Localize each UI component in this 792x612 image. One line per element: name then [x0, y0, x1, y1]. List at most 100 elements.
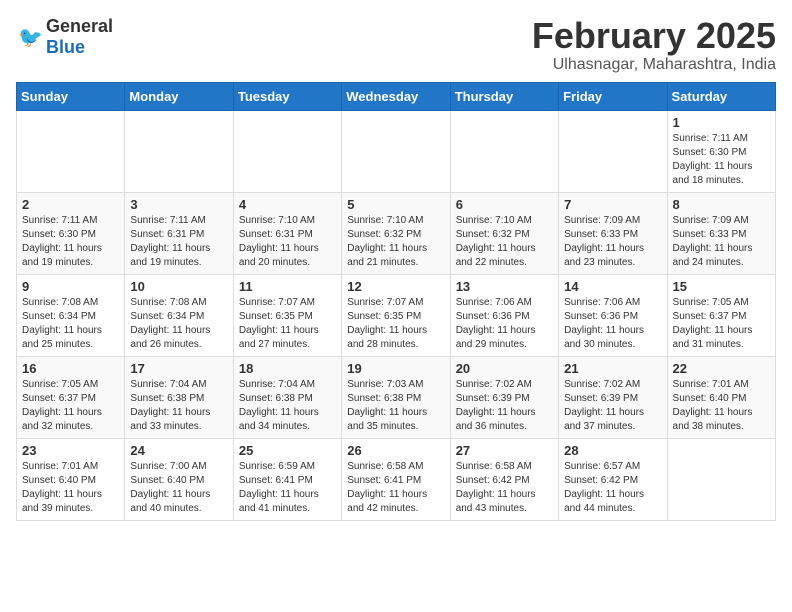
day-info: Sunrise: 7:02 AM Sunset: 6:39 PM Dayligh… — [564, 378, 661, 434]
calendar-cell — [125, 110, 233, 192]
day-number: 18 — [239, 361, 336, 376]
calendar-cell: 10Sunrise: 7:08 AM Sunset: 6:34 PM Dayli… — [125, 274, 233, 356]
calendar-table: SundayMondayTuesdayWednesdayThursdayFrid… — [16, 82, 776, 521]
weekday-header-monday: Monday — [125, 82, 233, 110]
title-block: February 2025 Ulhasnagar, Maharashtra, I… — [532, 16, 776, 74]
day-number: 9 — [22, 279, 119, 294]
day-number: 27 — [456, 443, 553, 458]
day-number: 15 — [673, 279, 770, 294]
calendar-cell — [233, 110, 341, 192]
day-info: Sunrise: 7:10 AM Sunset: 6:31 PM Dayligh… — [239, 214, 336, 270]
calendar-cell: 12Sunrise: 7:07 AM Sunset: 6:35 PM Dayli… — [342, 274, 450, 356]
calendar-cell: 13 Sunrise: 7:06 AM Sunset: 6:36 PM Dayli… — [450, 274, 558, 356]
calendar-cell: 1 Sunrise: 7:11 AM Sunset: 6:30 PM Daylig… — [667, 110, 775, 192]
logo-icon: 🐦 — [18, 26, 46, 48]
logo-text-general: General — [46, 16, 113, 36]
day-info: Sunrise: 7:08 AM Sunset: 6:34 PM Dayligh… — [22, 296, 119, 352]
calendar-cell — [17, 110, 125, 192]
day-number: 13 — [456, 279, 553, 294]
calendar-cell: 3 Sunrise: 7:11 AM Sunset: 6:31 PM Daylig… — [125, 192, 233, 274]
day-number: 1 — [673, 115, 770, 130]
svg-text:🐦: 🐦 — [18, 27, 43, 48]
day-number: 28 — [564, 443, 661, 458]
calendar-cell: 5 Sunrise: 7:10 AM Sunset: 6:32 PM Daylig… — [342, 192, 450, 274]
day-info: Sunrise: 7:09 AM Sunset: 6:33 PM Dayligh… — [564, 214, 661, 270]
day-info: Sunrise: 7:11 AM Sunset: 6:30 PM Dayligh… — [673, 132, 770, 188]
month-title: February 2025 — [532, 16, 776, 56]
day-number: 6 — [456, 197, 553, 212]
weekday-header-thursday: Thursday — [450, 82, 558, 110]
day-number: 4 — [239, 197, 336, 212]
calendar-week-1: 2Sunrise: 7:11 AM Sunset: 6:30 PM Daylig… — [17, 192, 776, 274]
day-number: 21 — [564, 361, 661, 376]
calendar-cell: 17Sunrise: 7:04 AM Sunset: 6:38 PM Dayli… — [125, 356, 233, 438]
weekday-header-tuesday: Tuesday — [233, 82, 341, 110]
day-number: 19 — [347, 361, 444, 376]
day-info: Sunrise: 7:06 AM Sunset: 6:36 PM Dayligh… — [456, 296, 553, 352]
calendar-cell — [559, 110, 667, 192]
calendar-week-2: 9 Sunrise: 7:08 AM Sunset: 6:34 PM Daylig… — [17, 274, 776, 356]
day-info: Sunrise: 7:07 AM Sunset: 6:35 PM Dayligh… — [239, 296, 336, 352]
location: Ulhasnagar, Maharashtra, India — [532, 56, 776, 74]
day-info: Sunrise: 7:03 AM Sunset: 6:38 PM Dayligh… — [347, 378, 444, 434]
calendar-cell — [450, 110, 558, 192]
calendar-cell: 24 Sunrise: 7:00 AM Sunset: 6:40 PM Dayli… — [125, 438, 233, 520]
calendar-cell: 11 Sunrise: 7:07 AM Sunset: 6:35 PM Dayli… — [233, 274, 341, 356]
day-number: 7 — [564, 197, 661, 212]
weekday-header-row: SundayMondayTuesdayWednesdayThursdayFrid… — [17, 82, 776, 110]
day-info: Sunrise: 7:01 AM Sunset: 6:40 PM Dayligh… — [22, 460, 119, 516]
calendar-cell: 22 Sunrise: 7:01 AM Sunset: 6:40 PM Dayli… — [667, 356, 775, 438]
weekday-header-wednesday: Wednesday — [342, 82, 450, 110]
day-number: 23 — [22, 443, 119, 458]
calendar-cell: 19 Sunrise: 7:03 AM Sunset: 6:38 PM Dayli… — [342, 356, 450, 438]
day-info: Sunrise: 6:58 AM Sunset: 6:41 PM Dayligh… — [347, 460, 444, 516]
calendar-cell: 26Sunrise: 6:58 AM Sunset: 6:41 PM Dayli… — [342, 438, 450, 520]
day-info: Sunrise: 7:01 AM Sunset: 6:40 PM Dayligh… — [673, 378, 770, 434]
day-number: 3 — [130, 197, 227, 212]
day-info: Sunrise: 7:09 AM Sunset: 6:33 PM Dayligh… — [673, 214, 770, 270]
calendar-cell: 6 Sunrise: 7:10 AM Sunset: 6:32 PM Daylig… — [450, 192, 558, 274]
calendar-cell: 4 Sunrise: 7:10 AM Sunset: 6:31 PM Daylig… — [233, 192, 341, 274]
day-number: 8 — [673, 197, 770, 212]
day-number: 5 — [347, 197, 444, 212]
day-number: 14 — [564, 279, 661, 294]
weekday-header-saturday: Saturday — [667, 82, 775, 110]
calendar-cell — [342, 110, 450, 192]
day-info: Sunrise: 7:06 AM Sunset: 6:36 PM Dayligh… — [564, 296, 661, 352]
day-info: Sunrise: 6:59 AM Sunset: 6:41 PM Dayligh… — [239, 460, 336, 516]
day-info: Sunrise: 7:10 AM Sunset: 6:32 PM Dayligh… — [456, 214, 553, 270]
calendar-cell: 18 Sunrise: 7:04 AM Sunset: 6:38 PM Dayli… — [233, 356, 341, 438]
calendar-cell: 7 Sunrise: 7:09 AM Sunset: 6:33 PM Daylig… — [559, 192, 667, 274]
calendar-cell: 2Sunrise: 7:11 AM Sunset: 6:30 PM Daylig… — [17, 192, 125, 274]
calendar-week-3: 16 Sunrise: 7:05 AM Sunset: 6:37 PM Dayli… — [17, 356, 776, 438]
calendar-cell — [667, 438, 775, 520]
calendar-cell: 9 Sunrise: 7:08 AM Sunset: 6:34 PM Daylig… — [17, 274, 125, 356]
calendar-week-0: 1 Sunrise: 7:11 AM Sunset: 6:30 PM Daylig… — [17, 110, 776, 192]
day-number: 20 — [456, 361, 553, 376]
day-number: 24 — [130, 443, 227, 458]
calendar-cell: 28 Sunrise: 6:57 AM Sunset: 6:42 PM Dayli… — [559, 438, 667, 520]
calendar-cell: 15Sunrise: 7:05 AM Sunset: 6:37 PM Dayli… — [667, 274, 775, 356]
day-info: Sunrise: 7:11 AM Sunset: 6:31 PM Dayligh… — [130, 214, 227, 270]
weekday-header-friday: Friday — [559, 82, 667, 110]
logo-text-blue: Blue — [46, 37, 85, 57]
day-info: Sunrise: 7:05 AM Sunset: 6:37 PM Dayligh… — [22, 378, 119, 434]
day-info: Sunrise: 7:00 AM Sunset: 6:40 PM Dayligh… — [130, 460, 227, 516]
day-number: 10 — [130, 279, 227, 294]
day-number: 25 — [239, 443, 336, 458]
day-number: 22 — [673, 361, 770, 376]
calendar-cell: 25 Sunrise: 6:59 AM Sunset: 6:41 PM Dayli… — [233, 438, 341, 520]
weekday-header-sunday: Sunday — [17, 82, 125, 110]
calendar-cell: 20Sunrise: 7:02 AM Sunset: 6:39 PM Dayli… — [450, 356, 558, 438]
page-header: 🐦 General Blue February 2025 Ulhasnagar,… — [16, 16, 776, 74]
day-info: Sunrise: 7:10 AM Sunset: 6:32 PM Dayligh… — [347, 214, 444, 270]
calendar-cell: 21 Sunrise: 7:02 AM Sunset: 6:39 PM Dayli… — [559, 356, 667, 438]
calendar-cell: 27Sunrise: 6:58 AM Sunset: 6:42 PM Dayli… — [450, 438, 558, 520]
calendar-week-4: 23 Sunrise: 7:01 AM Sunset: 6:40 PM Dayli… — [17, 438, 776, 520]
day-info: Sunrise: 6:57 AM Sunset: 6:42 PM Dayligh… — [564, 460, 661, 516]
day-number: 11 — [239, 279, 336, 294]
day-info: Sunrise: 7:04 AM Sunset: 6:38 PM Dayligh… — [239, 378, 336, 434]
logo: 🐦 General Blue — [16, 16, 113, 58]
day-info: Sunrise: 7:04 AM Sunset: 6:38 PM Dayligh… — [130, 378, 227, 434]
day-number: 16 — [22, 361, 119, 376]
